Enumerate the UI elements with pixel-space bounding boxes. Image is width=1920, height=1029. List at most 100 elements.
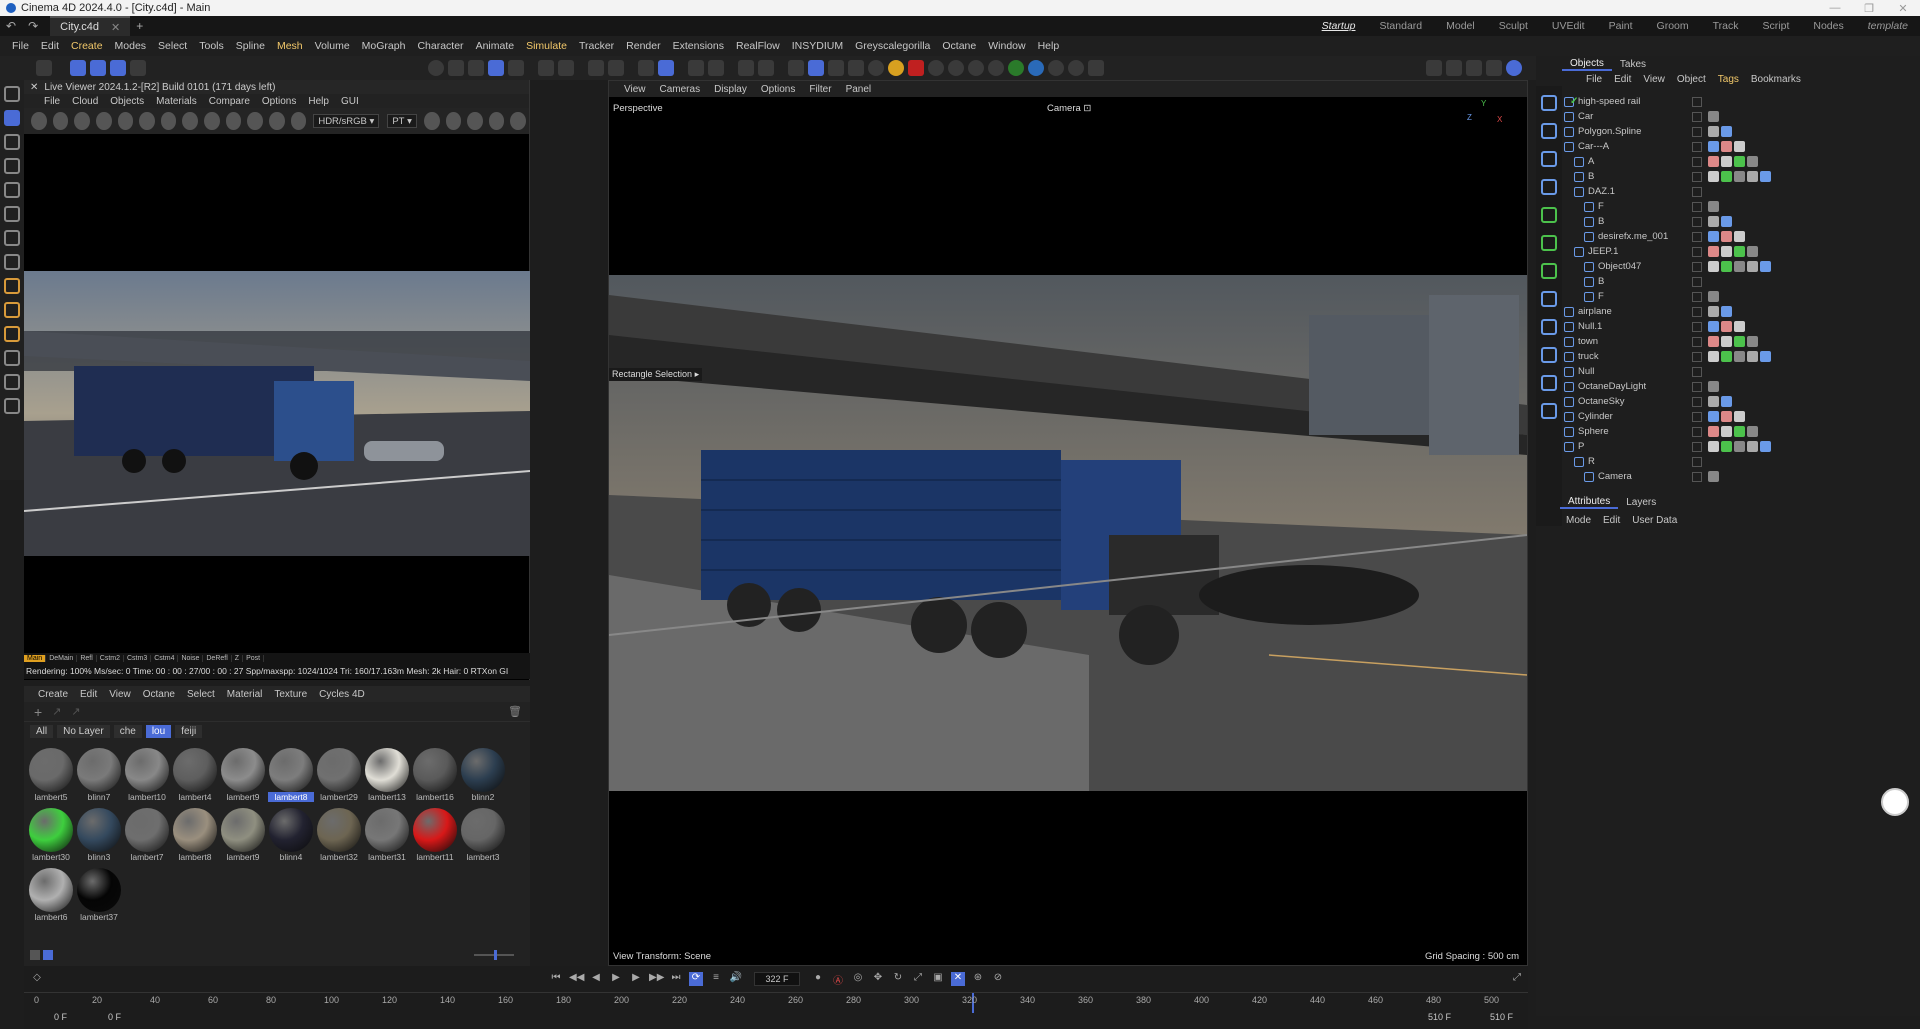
material-filter-che[interactable]: che	[113, 724, 142, 738]
list-view-icon[interactable]	[30, 950, 40, 960]
workplane-icon[interactable]	[638, 60, 654, 76]
octane-blue-icon[interactable]	[1028, 60, 1044, 76]
visibility-toggle[interactable]	[1692, 96, 1702, 107]
material-tag-icon[interactable]	[1708, 336, 1719, 347]
material-tag-icon[interactable]	[1760, 261, 1771, 272]
material-tag-icon[interactable]	[1708, 261, 1719, 272]
slider-handle[interactable]	[494, 950, 497, 960]
material-tag-icon[interactable]	[1747, 246, 1758, 257]
attributes-menu-mode[interactable]: Mode	[1560, 515, 1597, 526]
viewport-scene[interactable]	[609, 275, 1527, 791]
layout-icon[interactable]	[36, 60, 52, 76]
material-item[interactable]: lambert10	[124, 748, 170, 806]
pass-tab-demain[interactable]: DeMain	[46, 655, 78, 662]
effector-icon[interactable]	[1541, 263, 1557, 279]
material-tag-icon[interactable]	[1747, 336, 1758, 347]
material-tag-icon[interactable]	[1734, 156, 1745, 167]
cloner-icon[interactable]	[1541, 235, 1557, 251]
preview-start[interactable]: 0 F	[108, 1012, 121, 1022]
live-selection-icon[interactable]	[4, 134, 20, 150]
snap-tool-icon[interactable]	[4, 254, 20, 270]
material-tag-icon[interactable]	[1760, 171, 1771, 182]
environment-icon[interactable]	[1541, 347, 1557, 363]
transform-tool-icon[interactable]	[4, 230, 20, 246]
next-frame-icon[interactable]: ▶	[629, 972, 643, 986]
material-tag-icon[interactable]	[1734, 141, 1745, 152]
material-item[interactable]: lambert7	[124, 808, 170, 866]
render-region-icon[interactable]	[117, 112, 134, 130]
brush-tool-icon[interactable]	[4, 350, 20, 366]
pen-tool-icon[interactable]	[4, 374, 20, 390]
octane-misc-icon[interactable]	[1088, 60, 1104, 76]
lv-menu-file[interactable]: File	[38, 96, 66, 107]
link-icon[interactable]: ↗	[71, 705, 80, 718]
prev-frame-icon[interactable]: ◀	[589, 972, 603, 986]
object-row[interactable]: Polygon.Spline ✓	[1564, 96, 1914, 139]
keyframe-diamond-icon[interactable]: ◇	[30, 972, 44, 986]
pass-tab-refl[interactable]: Refl	[77, 655, 97, 662]
timeline-icon[interactable]	[1426, 60, 1442, 76]
object-row[interactable]: airplane ✓	[1564, 96, 1914, 319]
play-icon[interactable]: ▶	[609, 972, 623, 986]
material-filter-all[interactable]: All	[30, 724, 54, 738]
material-menu-create[interactable]: Create	[32, 689, 74, 700]
object-row[interactable]: high-speed rail	[1564, 94, 1914, 109]
motion-system-icon[interactable]: ⊛	[971, 972, 985, 986]
material-item[interactable]: blinn2	[460, 748, 506, 806]
visibility-toggle[interactable]	[1692, 156, 1702, 167]
layout-tab-nodes[interactable]: Nodes	[1801, 20, 1855, 32]
point-mode-icon[interactable]	[428, 60, 444, 76]
user-avatar[interactable]	[1881, 788, 1909, 816]
material-tag-icon[interactable]	[1734, 351, 1745, 362]
material-tag-icon[interactable]	[1708, 291, 1719, 302]
pass-tab-noise[interactable]: Noise	[178, 655, 204, 662]
material-tag-icon[interactable]	[1721, 336, 1732, 347]
object-row[interactable]: Camera ✓	[1564, 96, 1914, 484]
object-row[interactable]: B ✓	[1564, 96, 1914, 184]
scale-tool-icon[interactable]	[4, 206, 20, 222]
menu-window[interactable]: Window	[982, 40, 1031, 52]
autokey-icon[interactable]: Ⓐ	[831, 972, 845, 987]
material-tag-icon[interactable]	[1734, 426, 1745, 437]
key-settings-icon[interactable]: ◎	[851, 972, 865, 986]
material-filter-feiji[interactable]: feiji	[175, 724, 203, 738]
material-item[interactable]: lambert31	[364, 808, 410, 866]
visibility-toggle[interactable]	[1692, 291, 1702, 302]
pause-icon[interactable]	[95, 112, 112, 130]
texture-mode-icon[interactable]	[508, 60, 524, 76]
material-tag-icon[interactable]	[1721, 246, 1732, 257]
material-tag-icon[interactable]	[1721, 156, 1732, 167]
object-menu-edit[interactable]: Edit	[1608, 74, 1637, 85]
menu-tools[interactable]: Tools	[193, 40, 230, 52]
refresh-icon[interactable]	[74, 112, 90, 130]
add-material-icon[interactable]: +	[34, 704, 42, 720]
y-axis-lock-icon[interactable]	[90, 60, 106, 76]
object-row[interactable]: R	[1564, 454, 1914, 469]
prev-key-icon[interactable]: ◀◀	[569, 972, 584, 986]
octane-export-icon[interactable]	[828, 60, 844, 76]
material-tag-icon[interactable]	[1708, 306, 1719, 317]
material-tag-icon[interactable]	[1708, 171, 1719, 182]
go-to-start-icon[interactable]: ⏮	[549, 972, 563, 986]
preview-end[interactable]: 510 F	[1428, 1012, 1451, 1022]
object-row[interactable]: OctaneDayLight ✓	[1564, 96, 1914, 394]
material-item[interactable]: lambert9	[220, 808, 266, 866]
object-row[interactable]: Cylinder	[1564, 409, 1914, 424]
octane-daylight-icon[interactable]	[888, 60, 904, 76]
material-item[interactable]: lambert37	[76, 868, 122, 926]
range-end[interactable]: 510 F	[1490, 1012, 1513, 1022]
material-tag-icon[interactable]	[1734, 336, 1745, 347]
material-tag-icon[interactable]	[1721, 426, 1732, 437]
tab-attributes[interactable]: Attributes	[1560, 496, 1619, 509]
material-tag-icon[interactable]	[1708, 441, 1719, 452]
lv-menu-help[interactable]: Help	[302, 96, 335, 107]
layout-tab-paint[interactable]: Paint	[1597, 20, 1645, 32]
octane-sun-icon[interactable]	[868, 60, 884, 76]
close-panel-icon[interactable]: ✕	[30, 82, 38, 93]
render-region-icon[interactable]	[688, 60, 704, 76]
colorspace-select[interactable]: HDR/sRGB ▾	[313, 114, 380, 128]
material-tag-icon[interactable]	[1721, 351, 1732, 362]
material-menu-edit[interactable]: Edit	[74, 689, 103, 700]
lv-menu-gui[interactable]: GUI	[335, 96, 365, 107]
object-menu-tags[interactable]: Tags	[1712, 74, 1745, 85]
